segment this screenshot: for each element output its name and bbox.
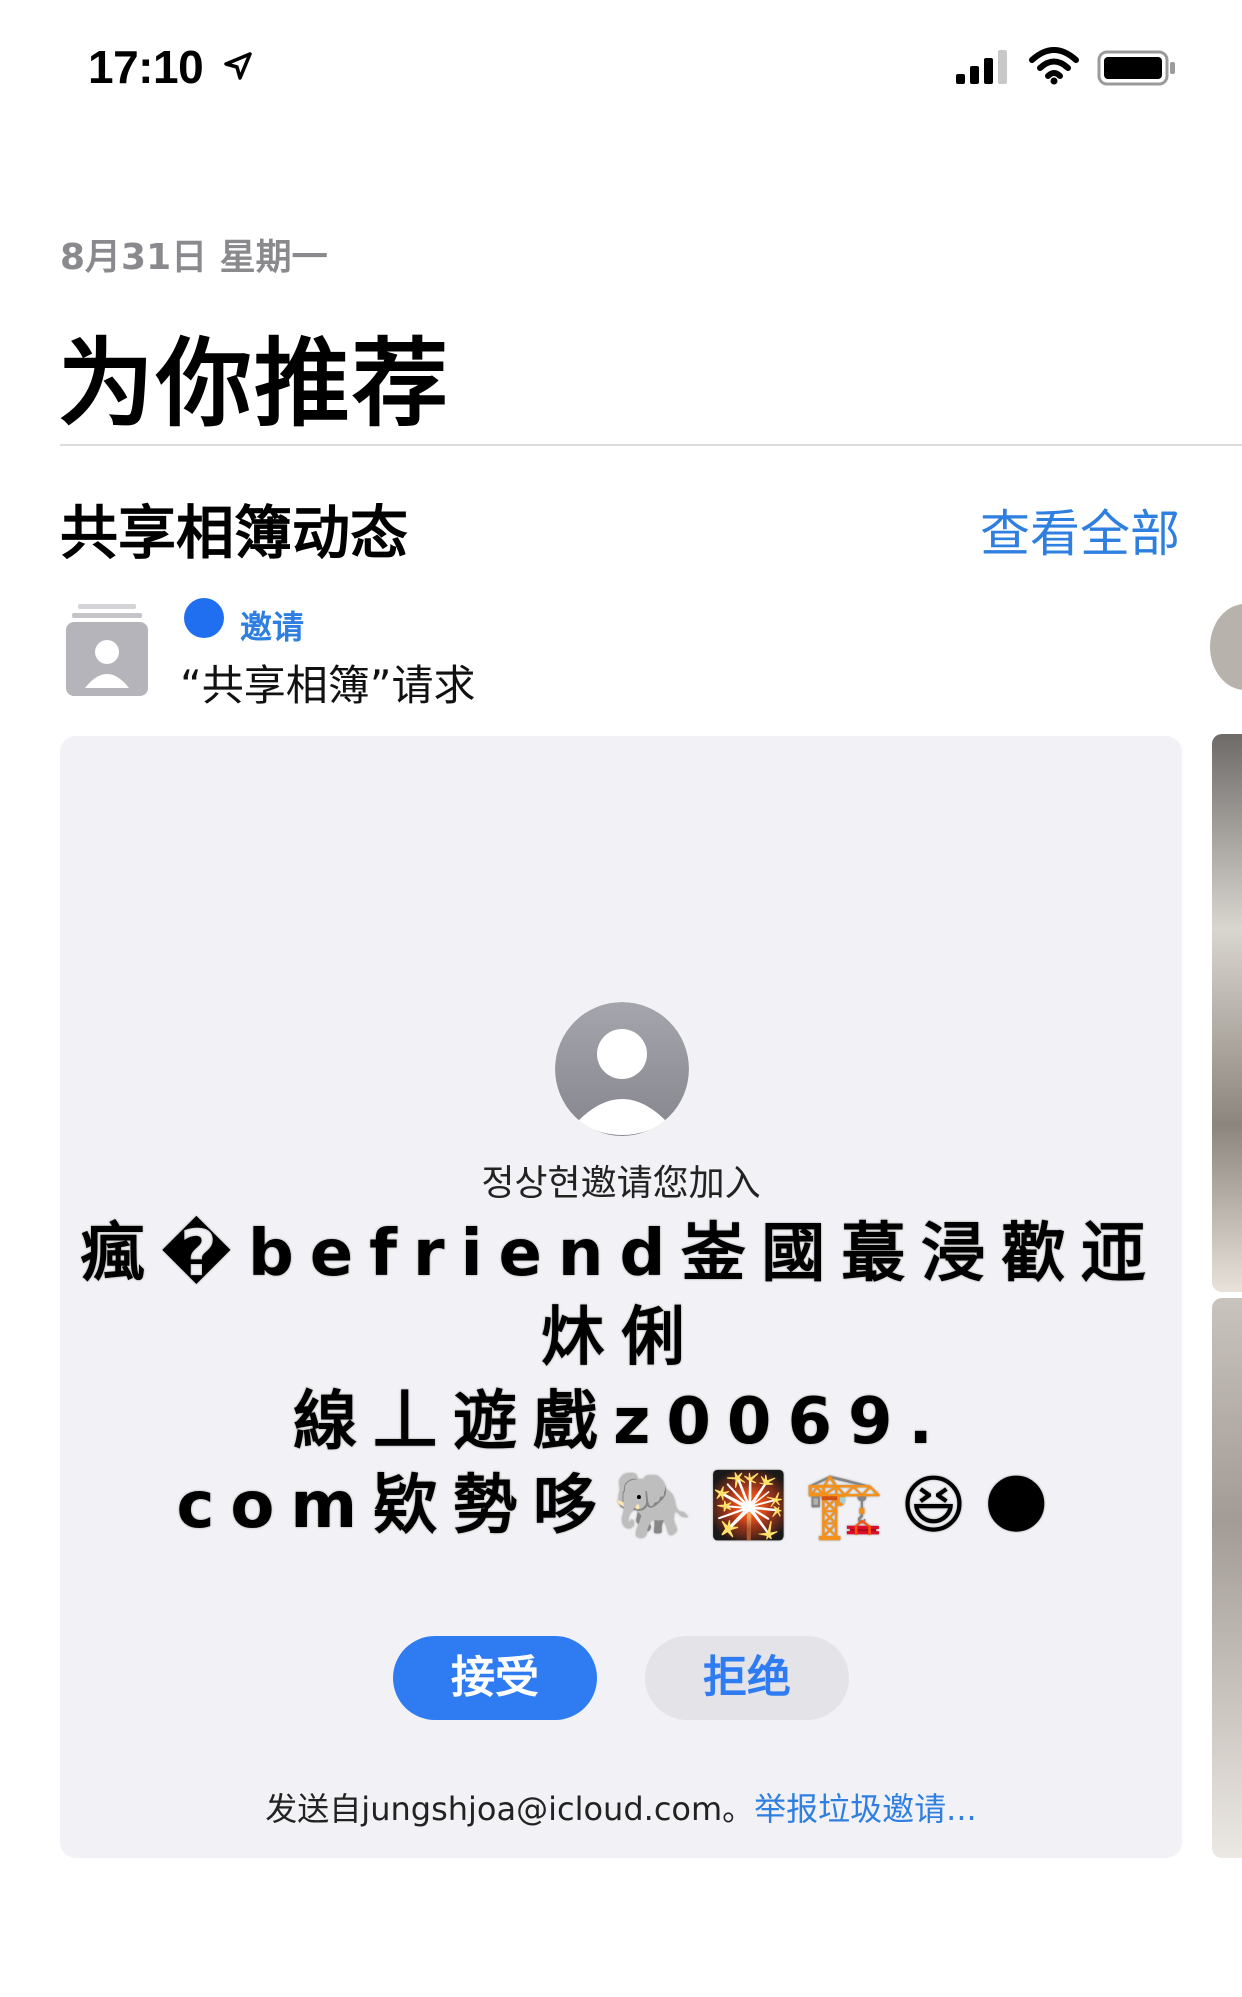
report-spam-link[interactable]: 举报垃圾邀请... <box>754 1790 977 1828</box>
invitation-card: 정상현邀请您加入 瘋�befriend崟國蕞浸歡迊炑俐 線丄遊戲z0069. c… <box>60 736 1182 1858</box>
inviter-text: 정상현邀请您加入 <box>481 1163 761 1204</box>
wifi-icon <box>1029 47 1079 85</box>
section-title: 共享相簿动态 <box>60 499 409 567</box>
shared-album-icon <box>66 604 148 696</box>
sender-text: 发送自jungshjoa@icloud.com。 <box>265 1790 755 1828</box>
decline-button[interactable]: 拒绝 <box>645 1636 849 1720</box>
screen: 17:10 8月31日 星期一 为你推荐 共享相簿动态 查看全部 邀请 “共享相… <box>0 0 1242 1997</box>
next-item-avatar[interactable] <box>1210 604 1242 690</box>
next-item-photo[interactable] <box>1212 1298 1242 1858</box>
cellular-signal-icon <box>956 50 1007 84</box>
invite-request-text: “共享相簿”请求 <box>180 661 476 710</box>
status-time: 17:10 <box>88 41 204 93</box>
invite-badge-label: 邀请 <box>240 608 305 646</box>
see-all-link[interactable]: 查看全部 <box>980 494 1180 566</box>
status-bar: 17:10 <box>0 0 1242 130</box>
accept-button[interactable]: 接受 <box>393 1636 597 1720</box>
avatar <box>555 1002 689 1136</box>
divider <box>60 444 1242 446</box>
page-title: 为你推荐 <box>58 328 450 440</box>
next-item-photo[interactable] <box>1212 734 1242 1292</box>
album-name-line: com欵勢哆🐘🎇🏗️😆🌑 <box>176 1469 1066 1543</box>
date-label: 8月31日 星期一 <box>60 237 328 278</box>
album-name-line: 線丄遊戲z0069. <box>293 1385 949 1459</box>
invite-indicator-dot <box>184 598 224 638</box>
battery-icon <box>1097 50 1175 86</box>
album-name-line: 瘋�befriend崟國蕞浸歡迊炑俐 <box>80 1217 1162 1375</box>
location-arrow-icon <box>224 52 252 80</box>
sender-line: 发送自jungshjoa@icloud.com。举报垃圾邀请... <box>60 1784 1182 1830</box>
album-name: 瘋�befriend崟國蕞浸歡迊炑俐 線丄遊戲z0069. com欵勢哆🐘🎇🏗️… <box>80 1212 1162 1548</box>
